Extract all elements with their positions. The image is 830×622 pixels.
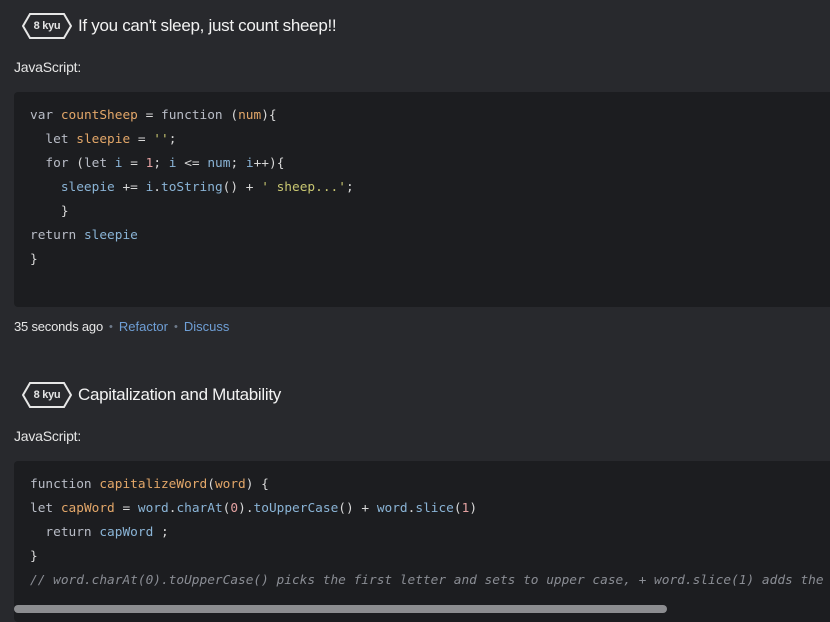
code-line: function capitalizeWord(word) {: [30, 477, 269, 492]
code-line: return sleepie: [30, 228, 138, 243]
rank-badge: 8 kyu: [22, 13, 72, 39]
code-line: }: [30, 549, 38, 564]
code-content: function capitalizeWord(word) { let capW…: [14, 461, 830, 593]
code-line: }: [30, 252, 38, 267]
code-line: let capWord = word.charAt(0).toUpperCase…: [30, 501, 478, 516]
rank-label: 8 kyu: [33, 389, 61, 401]
rank-label: 8 kyu: [33, 20, 61, 32]
refactor-link[interactable]: Refactor: [119, 319, 168, 334]
kata-title-link[interactable]: Capitalization and Mutability: [78, 385, 281, 405]
code-line: return capWord ;: [30, 525, 169, 540]
kata-header: 8 kyu If you can't sleep, just count she…: [22, 11, 337, 41]
code-comment: // word.charAt(0).toUpperCase() picks th…: [30, 573, 824, 588]
solution-meta: 35 seconds ago • Refactor • Discuss: [14, 319, 229, 334]
kata-header: 8 kyu Capitalization and Mutability: [22, 380, 281, 410]
code-block: var countSheep = function (num){ let sle…: [14, 92, 830, 307]
discuss-link[interactable]: Discuss: [184, 319, 230, 334]
scrollbar-thumb[interactable]: [14, 605, 667, 613]
code-line: var countSheep = function (num){: [30, 108, 277, 123]
separator-dot: •: [109, 320, 113, 333]
horizontal-scrollbar[interactable]: [14, 602, 830, 616]
language-label: JavaScript:: [14, 428, 82, 444]
code-content: var countSheep = function (num){ let sle…: [14, 92, 830, 272]
code-line: let sleepie = '';: [30, 132, 177, 147]
code-line: sleepie += i.toString() + ' sheep...';: [30, 180, 354, 195]
code-line: for (let i = 1; i <= num; i++){: [30, 156, 285, 171]
code-line: }: [30, 204, 69, 219]
language-label: JavaScript:: [14, 59, 82, 75]
timestamp: 35 seconds ago: [14, 319, 103, 334]
separator-dot: •: [174, 320, 178, 333]
rank-badge: 8 kyu: [22, 382, 72, 408]
code-block: function capitalizeWord(word) { let capW…: [14, 461, 830, 622]
kata-title-link[interactable]: If you can't sleep, just count sheep!!: [78, 16, 337, 36]
